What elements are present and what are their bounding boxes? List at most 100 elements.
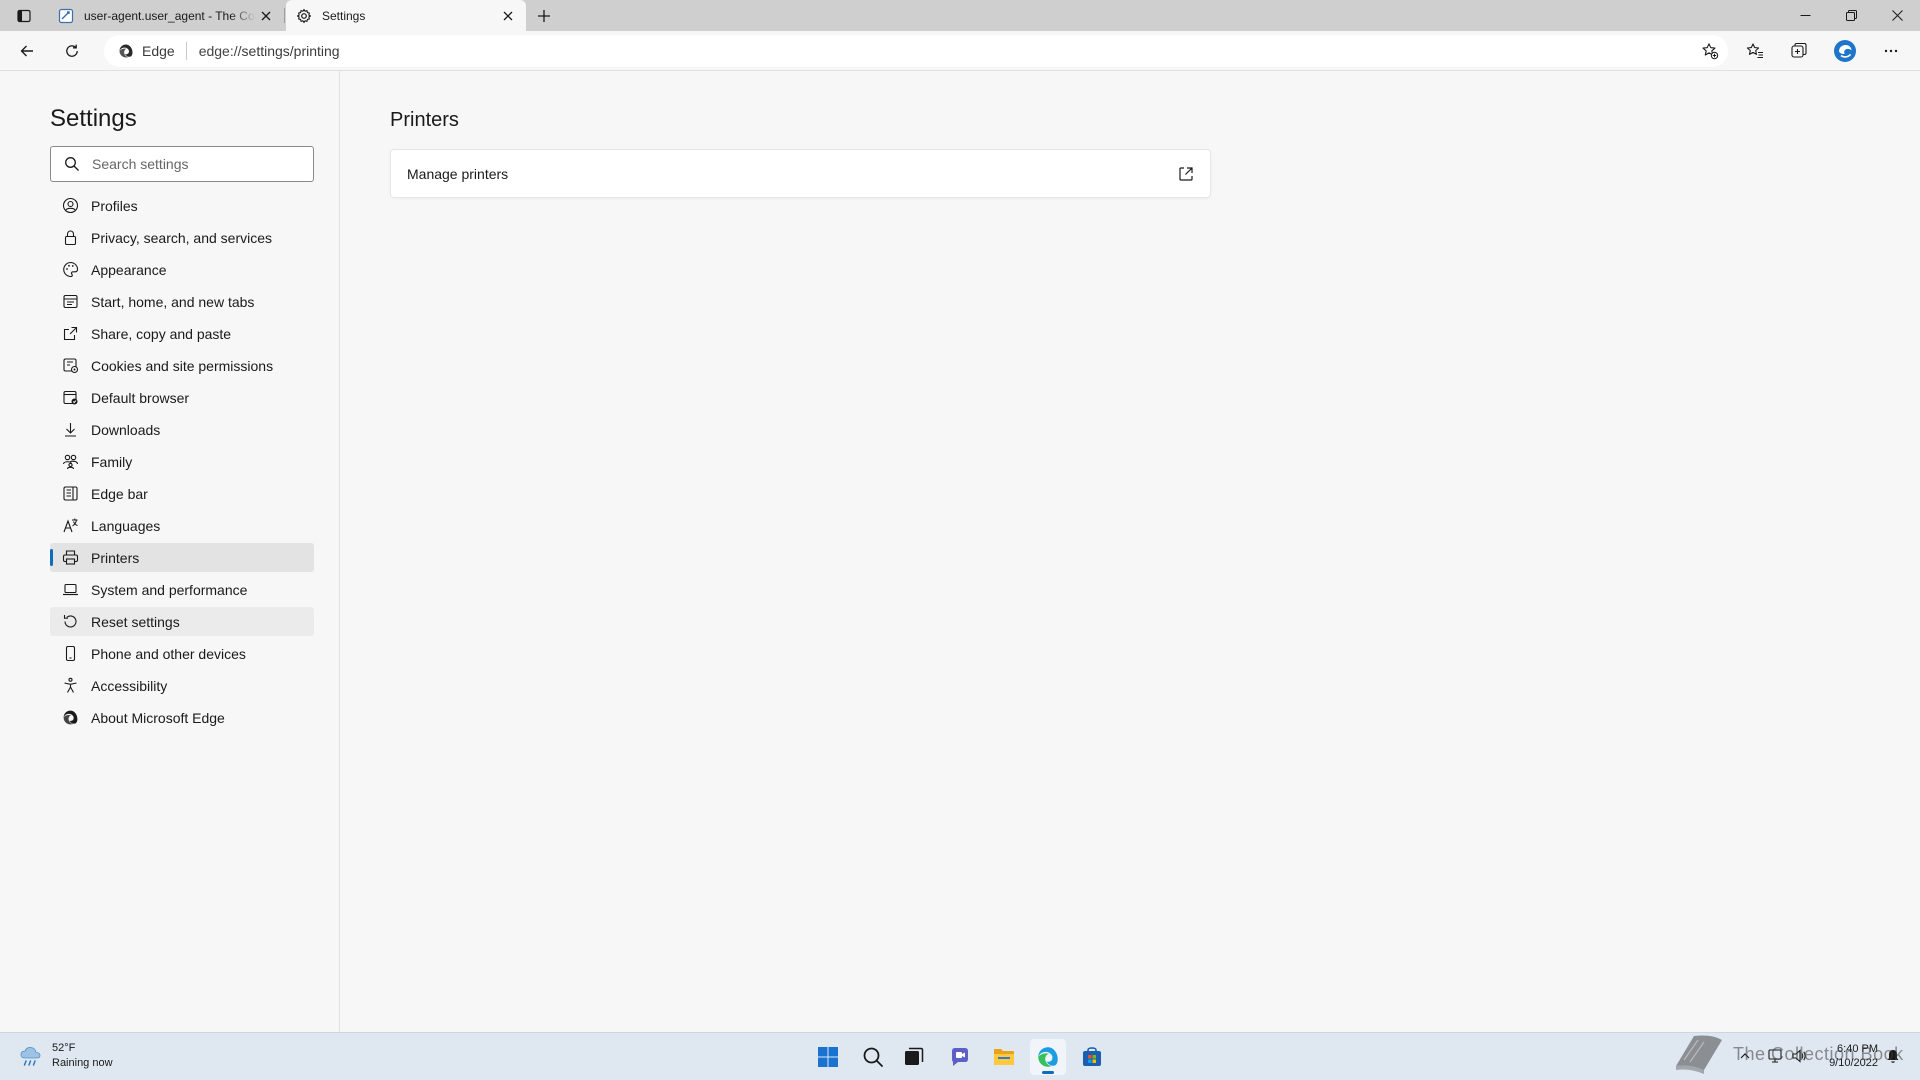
close-icon [503, 11, 513, 20]
windows-taskbar: 52°F Raining now 6:40 PM 9/10/2022 [0, 1032, 1920, 1080]
tab-user-agent[interactable]: user-agent.user_agent - The Coll [48, 0, 284, 31]
url-text[interactable]: edge://settings/printing [199, 43, 340, 59]
add-favorite-button[interactable] [1700, 41, 1720, 61]
page-favicon-icon [58, 8, 74, 23]
search-icon [65, 157, 79, 171]
favorites-button[interactable] [1740, 36, 1770, 66]
sidebar-item-appearance[interactable]: Appearance [50, 255, 314, 284]
sidebar-item-cookies[interactable]: Cookies and site permissions [50, 351, 314, 380]
sidebar-item-label: Family [91, 453, 133, 470]
cookies-icon [63, 358, 79, 374]
tab-settings[interactable]: Settings [286, 0, 526, 31]
sidebar-item-languages[interactable]: Languages [50, 511, 314, 540]
address-bar[interactable]: Edge edge://settings/printing [104, 35, 1728, 67]
sidebar-item-label: Edge bar [91, 485, 148, 502]
collections-button[interactable] [1784, 36, 1814, 66]
more-options-button[interactable] [1876, 36, 1906, 66]
sidebar-item-label: Downloads [91, 421, 161, 438]
teams-chat-button[interactable] [942, 1039, 978, 1075]
file-explorer-button[interactable] [986, 1039, 1022, 1075]
tab-close-button[interactable] [256, 6, 276, 26]
edge-bar-icon [63, 486, 78, 501]
restore-button[interactable] [1828, 0, 1874, 31]
profile-button[interactable] [1830, 36, 1860, 66]
sidebar-item-family[interactable]: Family [50, 447, 314, 476]
browser-toolbar: Edge edge://settings/printing [0, 31, 1920, 71]
site-identity-label: Edge [142, 43, 175, 59]
taskbar-search-button[interactable] [855, 1039, 891, 1075]
laptop-icon [63, 583, 78, 596]
sidebar-item-label: About Microsoft Edge [91, 709, 225, 726]
avatar-icon [1834, 40, 1856, 62]
sidebar-item-label: Languages [91, 517, 161, 534]
sidebar-item-share-copy-paste[interactable]: Share, copy and paste [50, 319, 314, 348]
sidebar-item-label: Accessibility [91, 677, 168, 694]
sidebar-item-label: Reset settings [91, 613, 180, 630]
sidebar-item-reset-settings[interactable]: Reset settings [50, 607, 314, 636]
sidebar-item-label: Phone and other devices [91, 645, 246, 662]
windows-logo-icon [818, 1047, 838, 1067]
edge-logo-icon [119, 44, 133, 58]
weather-widget[interactable]: 52°F Raining now [18, 1041, 113, 1071]
reset-icon [63, 615, 77, 628]
manage-printers-label: Manage printers [407, 165, 509, 182]
sidebar-item-label: Start, home, and new tabs [91, 293, 255, 310]
star-add-icon [1702, 43, 1719, 60]
settings-sidebar: Settings Profiles Privacy, search, and s… [0, 71, 340, 1032]
tab-actions-button[interactable] [10, 4, 38, 28]
search-input[interactable] [92, 156, 302, 172]
tab-title: user-agent.user_agent - The Coll [84, 8, 256, 23]
watermark-text: The Collection Book [1733, 1044, 1904, 1064]
sidebar-item-label: Profiles [91, 197, 138, 214]
search-icon [863, 1047, 883, 1067]
sidebar-item-start-home[interactable]: Start, home, and new tabs [50, 287, 314, 316]
book-watermark-icon [1676, 1035, 1722, 1074]
tab-close-button[interactable] [498, 6, 518, 26]
sidebar-item-edge-bar[interactable]: Edge bar [50, 479, 314, 508]
rain-cloud-icon [20, 1047, 41, 1066]
minimize-button[interactable] [1782, 0, 1828, 31]
sidebar-item-default-browser[interactable]: Default browser [50, 383, 314, 412]
lock-icon [64, 230, 77, 246]
manage-printers-row[interactable]: Manage printers [390, 149, 1211, 198]
share-icon [63, 326, 78, 341]
tab-actions-icon [17, 9, 31, 23]
page-title: Printers [390, 109, 459, 131]
folder-icon [994, 1049, 1014, 1065]
sidebar-item-system-performance[interactable]: System and performance [50, 575, 314, 604]
close-icon [261, 11, 271, 20]
palette-icon [63, 261, 79, 278]
store-button[interactable] [1074, 1039, 1110, 1075]
default-browser-icon [63, 390, 78, 405]
more-icon [1884, 49, 1898, 53]
sidebar-item-label: Appearance [91, 261, 167, 278]
sidebar-item-about-edge[interactable]: About Microsoft Edge [50, 703, 314, 732]
back-button[interactable] [12, 36, 42, 66]
arrow-left-icon [20, 45, 33, 57]
favorites-icon [1746, 43, 1763, 59]
task-view-icon [905, 1047, 924, 1065]
sidebar-item-privacy[interactable]: Privacy, search, and services [50, 223, 314, 252]
sidebar-item-downloads[interactable]: Downloads [50, 415, 314, 444]
task-view-button[interactable] [896, 1039, 932, 1075]
search-box[interactable] [50, 146, 314, 182]
languages-icon [63, 518, 78, 533]
refresh-button[interactable] [57, 36, 87, 66]
settings-content: Printers Manage printers [341, 71, 1920, 1032]
sidebar-item-label: Cookies and site permissions [91, 357, 274, 374]
sidebar-item-accessibility[interactable]: Accessibility [50, 671, 314, 700]
edge-taskbar-button[interactable] [1030, 1039, 1066, 1075]
close-icon [1891, 10, 1903, 21]
edge-logo-icon [1038, 1047, 1058, 1067]
tab-separator [284, 8, 285, 23]
minimize-icon [1800, 15, 1810, 16]
close-window-button[interactable] [1874, 0, 1920, 31]
sidebar-item-profiles[interactable]: Profiles [50, 191, 314, 220]
weather-condition: Raining now [52, 1057, 113, 1069]
sidebar-item-phone-devices[interactable]: Phone and other devices [50, 639, 314, 668]
new-tab-button[interactable] [532, 4, 556, 28]
sidebar-item-label: Default browser [91, 389, 190, 406]
sidebar-item-printers[interactable]: Printers [50, 543, 314, 572]
printer-icon [62, 550, 79, 565]
start-button[interactable] [810, 1039, 846, 1075]
